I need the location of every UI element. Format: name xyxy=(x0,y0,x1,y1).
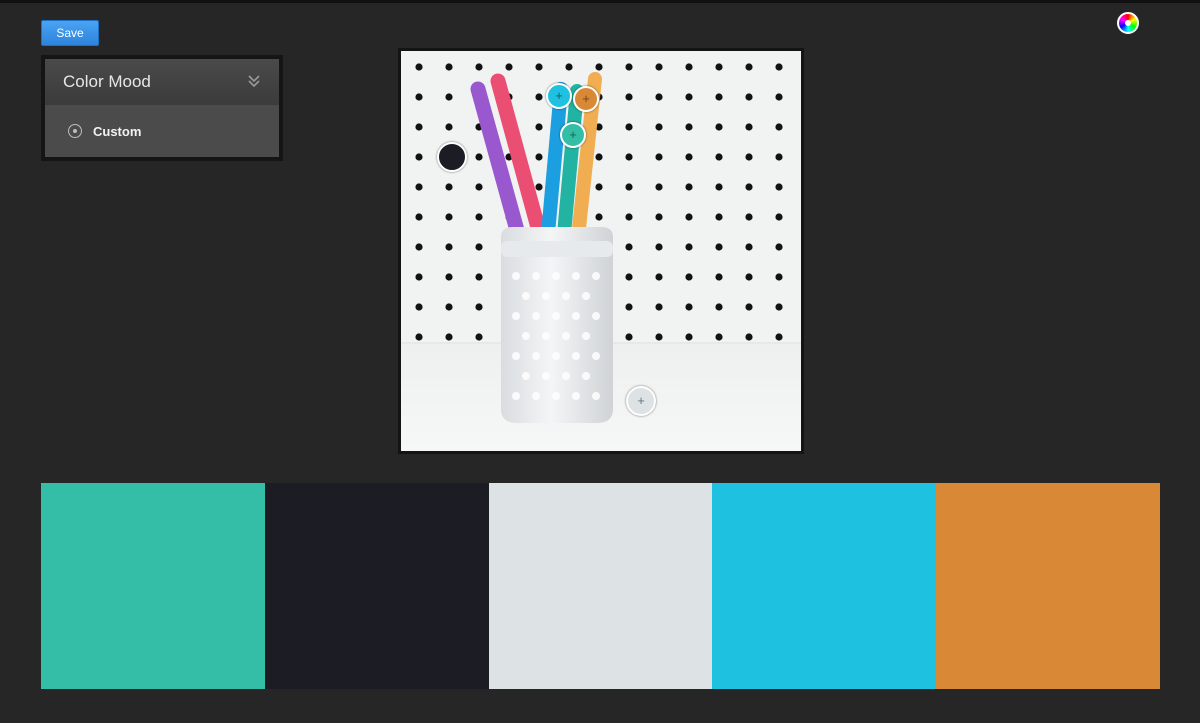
color-swatch[interactable] xyxy=(264,483,489,689)
color-swatch[interactable] xyxy=(712,483,937,689)
color-picker-handle[interactable] xyxy=(437,142,467,172)
save-button[interactable]: Save xyxy=(41,20,99,46)
color-wheel-icon[interactable] xyxy=(1117,12,1139,34)
source-image-frame xyxy=(398,48,804,454)
color-swatch[interactable] xyxy=(488,483,713,689)
double-chevron-down-icon[interactable] xyxy=(247,74,261,90)
source-image xyxy=(401,51,801,451)
color-swatch[interactable] xyxy=(936,483,1160,689)
color-palette xyxy=(41,483,1160,689)
color-picker-handle[interactable]: + xyxy=(560,122,586,148)
color-mood-title: Color Mood xyxy=(63,72,151,91)
color-mood-panel: Color Mood Custom xyxy=(41,55,283,161)
color-picker-handle[interactable]: + xyxy=(573,86,599,112)
mood-option-custom[interactable]: Custom xyxy=(45,105,279,157)
mood-option-label: Custom xyxy=(93,123,142,139)
top-border xyxy=(0,0,1200,3)
color-picker-handle[interactable]: + xyxy=(626,386,656,416)
color-swatch[interactable] xyxy=(41,483,265,689)
color-picker-handle[interactable]: + xyxy=(546,83,572,109)
color-mood-dropdown[interactable]: Color Mood xyxy=(45,59,279,105)
radio-selected-icon[interactable] xyxy=(68,124,82,138)
